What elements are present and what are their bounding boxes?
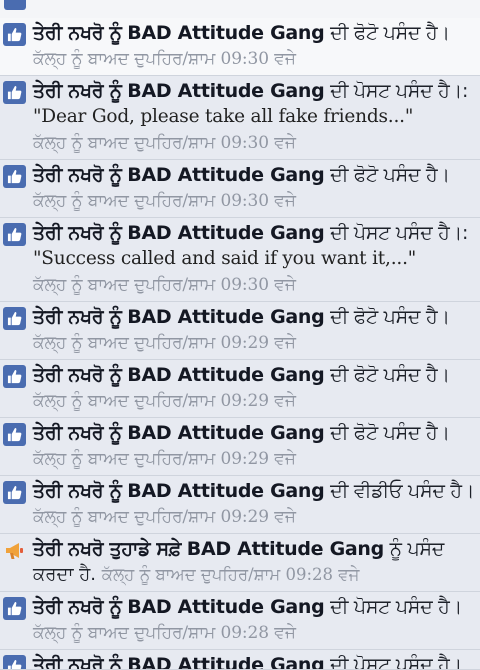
page-name[interactable]: BAD Attitude Gang	[127, 364, 324, 386]
page-name[interactable]: BAD Attitude Gang	[127, 22, 324, 44]
timestamp: ਕੱਲ੍ਹ ਨੂੰ ਬਾਅਦ ਦੁਪਹਿਰ/ਸ਼ਾਮ 09:29 ਵਜੇ	[33, 333, 296, 353]
like-icon	[4, 0, 26, 10]
like-icon	[3, 165, 26, 188]
notification-item[interactable]: ਤੇਰੀ ਨਖਰੋ ਤੁਹਾਡੇ ਸਫ਼ੇ BAD Attitude Gang …	[0, 534, 480, 592]
actor-name[interactable]: ਤੇਰੀ ਨਖਰੋ ਨੂੰ	[33, 422, 122, 444]
notification-action: ਦੀ ਪੋਸਟ ਪਸੰਦ ਹੈ।:	[330, 80, 469, 102]
timestamp: ਕੱਲ੍ਹ ਨੂੰ ਬਾਅਦ ਦੁਪਹਿਰ/ਸ਼ਾਮ 09:28 ਵਜੇ	[33, 623, 296, 643]
megaphone-icon	[3, 539, 26, 562]
notification-action: ਨੂੰ ਪਸੰਦ	[389, 538, 445, 560]
like-icon	[3, 655, 26, 669]
actor-name[interactable]: ਤੇਰੀ ਨਖਰੋ ਨੂੰ	[33, 596, 122, 618]
notification-action: ਦੀ ਫੋਟੋ ਪਸੰਦ ਹੈ।	[330, 306, 450, 328]
notification-item[interactable]: ਤੇਰੀ ਨਖਰੋ ਨੂੰ BAD Attitude Gang ਦੀ ਫੋਟੋ …	[0, 418, 480, 476]
notification-action: ਦੀ ਫੋਟੋ ਪਸੰਦ ਹੈ।	[330, 22, 450, 44]
notification-action: ਦੀ ਪੋਸਟ ਪਸੰਦ ਹੈ।	[330, 596, 463, 618]
timestamp: ਕੱਲ੍ਹ ਨੂੰ ਬਾਅਦ ਦੁਪਹਿਰ/ਸ਼ਾਮ 09:29 ਵਜੇ	[33, 507, 296, 527]
notification-action: ਦੀ ਵੀਡੀਓ ਪਸੰਦ ਹੈ।	[330, 480, 475, 502]
notification-item[interactable]: ਤੇਰੀ ਨਖਰੋ ਨੂੰ BAD Attitude Gang ਦੀ ਫੋਟੋ …	[0, 302, 480, 360]
notification-list: ਤੇਰੀ ਨਖਰੋ ਨੂੰ BAD Attitude Gang ਦੀ ਫੋਟੋ …	[0, 18, 480, 670]
notification-action: ਦੀ ਫੋਟੋ ਪਸੰਦ ਹੈ।	[330, 364, 450, 386]
timestamp: ਕੱਲ੍ਹ ਨੂੰ ਬਾਅਦ ਦੁਪਹਿਰ/ਸ਼ਾਮ 09:29 ਵਜੇ	[33, 391, 296, 411]
timestamp: ਕੱਲ੍ਹ ਨੂੰ ਬਾਅਦ ਦੁਪਹਿਰ/ਸ਼ਾਮ 09:30 ਵਜੇ	[33, 275, 296, 295]
timestamp: ਕੱਲ੍ਹ ਨੂੰ ਬਾਅਦ ਦੁਪਹਿਰ/ਸ਼ਾਮ 09:28 ਵਜੇ	[101, 565, 360, 584]
actor-name[interactable]: ਤੇਰੀ ਨਖਰੋ ਨੂੰ	[33, 654, 122, 669]
like-icon	[3, 365, 26, 388]
notification-item[interactable]: ਤੇਰੀ ਨਖਰੋ ਨੂੰ BAD Attitude Gang ਦੀ ਫੋਟੋ …	[0, 360, 480, 418]
notification-item[interactable]: ਤੇਰੀ ਨਖਰੋ ਨੂੰ BAD Attitude Gang ਦੀ ਪੋਸਟ …	[0, 76, 480, 160]
notification-item[interactable]: ਤੇਰੀ ਨਖਰੋ ਨੂੰ BAD Attitude Gang ਦੀ ਫੋਟੋ …	[0, 160, 480, 218]
timestamp: ਕੱਲ੍ਹ ਨੂੰ ਬਾਅਦ ਦੁਪਹਿਰ/ਸ਼ਾਮ 09:30 ਵਜੇ	[33, 49, 296, 69]
like-icon	[3, 423, 26, 446]
like-icon	[3, 481, 26, 504]
timestamp: ਕੱਲ੍ਹ ਨੂੰ ਬਾਅਦ ਦੁਪਹਿਰ/ਸ਼ਾਮ 09:30 ਵਜੇ	[33, 191, 296, 211]
page-name[interactable]: BAD Attitude Gang	[127, 80, 324, 102]
notification-item[interactable]: ਤੇਰੀ ਨਖਰੋ ਨੂੰ BAD Attitude Gang ਦੀ ਪੋਸਟ …	[0, 592, 480, 650]
like-icon	[3, 81, 26, 104]
page-name[interactable]: BAD Attitude Gang	[187, 538, 384, 560]
timestamp: ਕੱਲ੍ਹ ਨੂੰ ਬਾਅਦ ਦੁਪਹਿਰ/ਸ਼ਾਮ 09:29 ਵਜੇ	[33, 449, 296, 469]
page-name[interactable]: BAD Attitude Gang	[127, 164, 324, 186]
actor-name[interactable]: ਤੇਰੀ ਨਖਰੋ ਨੂੰ	[33, 222, 122, 244]
actor-name[interactable]: ਤੇਰੀ ਨਖਰੋ ਨੂੰ	[33, 164, 122, 186]
like-icon	[3, 597, 26, 620]
previous-notification-edge	[0, 0, 480, 19]
like-icon	[3, 223, 26, 246]
notification-item[interactable]: ਤੇਰੀ ਨਖਰੋ ਨੂੰ BAD Attitude Gang ਦੀ ਫੋਟੋ …	[0, 18, 480, 76]
notification-item[interactable]: ਤੇਰੀ ਨਖਰੋ ਨੂੰ BAD Attitude Gang ਦੀ ਪੋਸਟ …	[0, 650, 480, 670]
actor-name[interactable]: ਤੇਰੀ ਨਖਰੋ ਨੂੰ	[33, 22, 122, 44]
like-icon	[3, 23, 26, 46]
actor-name[interactable]: ਤੇਰੀ ਨਖਰੋ ਤੁਹਾਡੇ ਸਫ਼ੇ	[33, 538, 181, 560]
page-name[interactable]: BAD Attitude Gang	[127, 222, 324, 244]
actor-name[interactable]: ਤੇਰੀ ਨਖਰੋ ਨੂੰ	[33, 480, 122, 502]
timestamp: ਕੱਲ੍ਹ ਨੂੰ ਬਾਅਦ ਦੁਪਹਿਰ/ਸ਼ਾਮ 09:30 ਵਜੇ	[33, 133, 296, 153]
page-name[interactable]: BAD Attitude Gang	[127, 480, 324, 502]
page-name[interactable]: BAD Attitude Gang	[127, 422, 324, 444]
like-icon	[3, 307, 26, 330]
post-excerpt: "Dear God, please take all fake friends.…	[33, 106, 414, 127]
page-name[interactable]: BAD Attitude Gang	[127, 596, 324, 618]
notification-item[interactable]: ਤੇਰੀ ਨਖਰੋ ਨੂੰ BAD Attitude Gang ਦੀ ਪੋਸਟ …	[0, 218, 480, 302]
notification-item[interactable]: ਤੇਰੀ ਨਖਰੋ ਨੂੰ BAD Attitude Gang ਦੀ ਵੀਡੀਓ…	[0, 476, 480, 534]
page-name[interactable]: BAD Attitude Gang	[127, 654, 324, 669]
actor-name[interactable]: ਤੇਰੀ ਨਖਰੋ ਨੂੰ	[33, 306, 122, 328]
page-name[interactable]: BAD Attitude Gang	[127, 306, 324, 328]
actor-name[interactable]: ਤੇਰੀ ਨਖਰੋ ਨੂੰ	[33, 364, 122, 386]
post-excerpt: "Success called and said if you want it,…	[33, 248, 417, 269]
notification-action: ਦੀ ਪੋਸਟ ਪਸੰਦ ਹੈ।:	[330, 222, 469, 244]
actor-name[interactable]: ਤੇਰੀ ਨਖਰੋ ਨੂੰ	[33, 80, 122, 102]
notification-action: ਦੀ ਫੋਟੋ ਪਸੰਦ ਹੈ।	[330, 422, 450, 444]
notification-action: ਦੀ ਫੋਟੋ ਪਸੰਦ ਹੈ।	[330, 164, 450, 186]
notification-action-continued: ਕਰਦਾ ਹੈ.	[33, 564, 96, 585]
notification-action: ਦੀ ਪੋਸਟ ਪਸੰਦ ਹੈ।	[330, 654, 463, 670]
